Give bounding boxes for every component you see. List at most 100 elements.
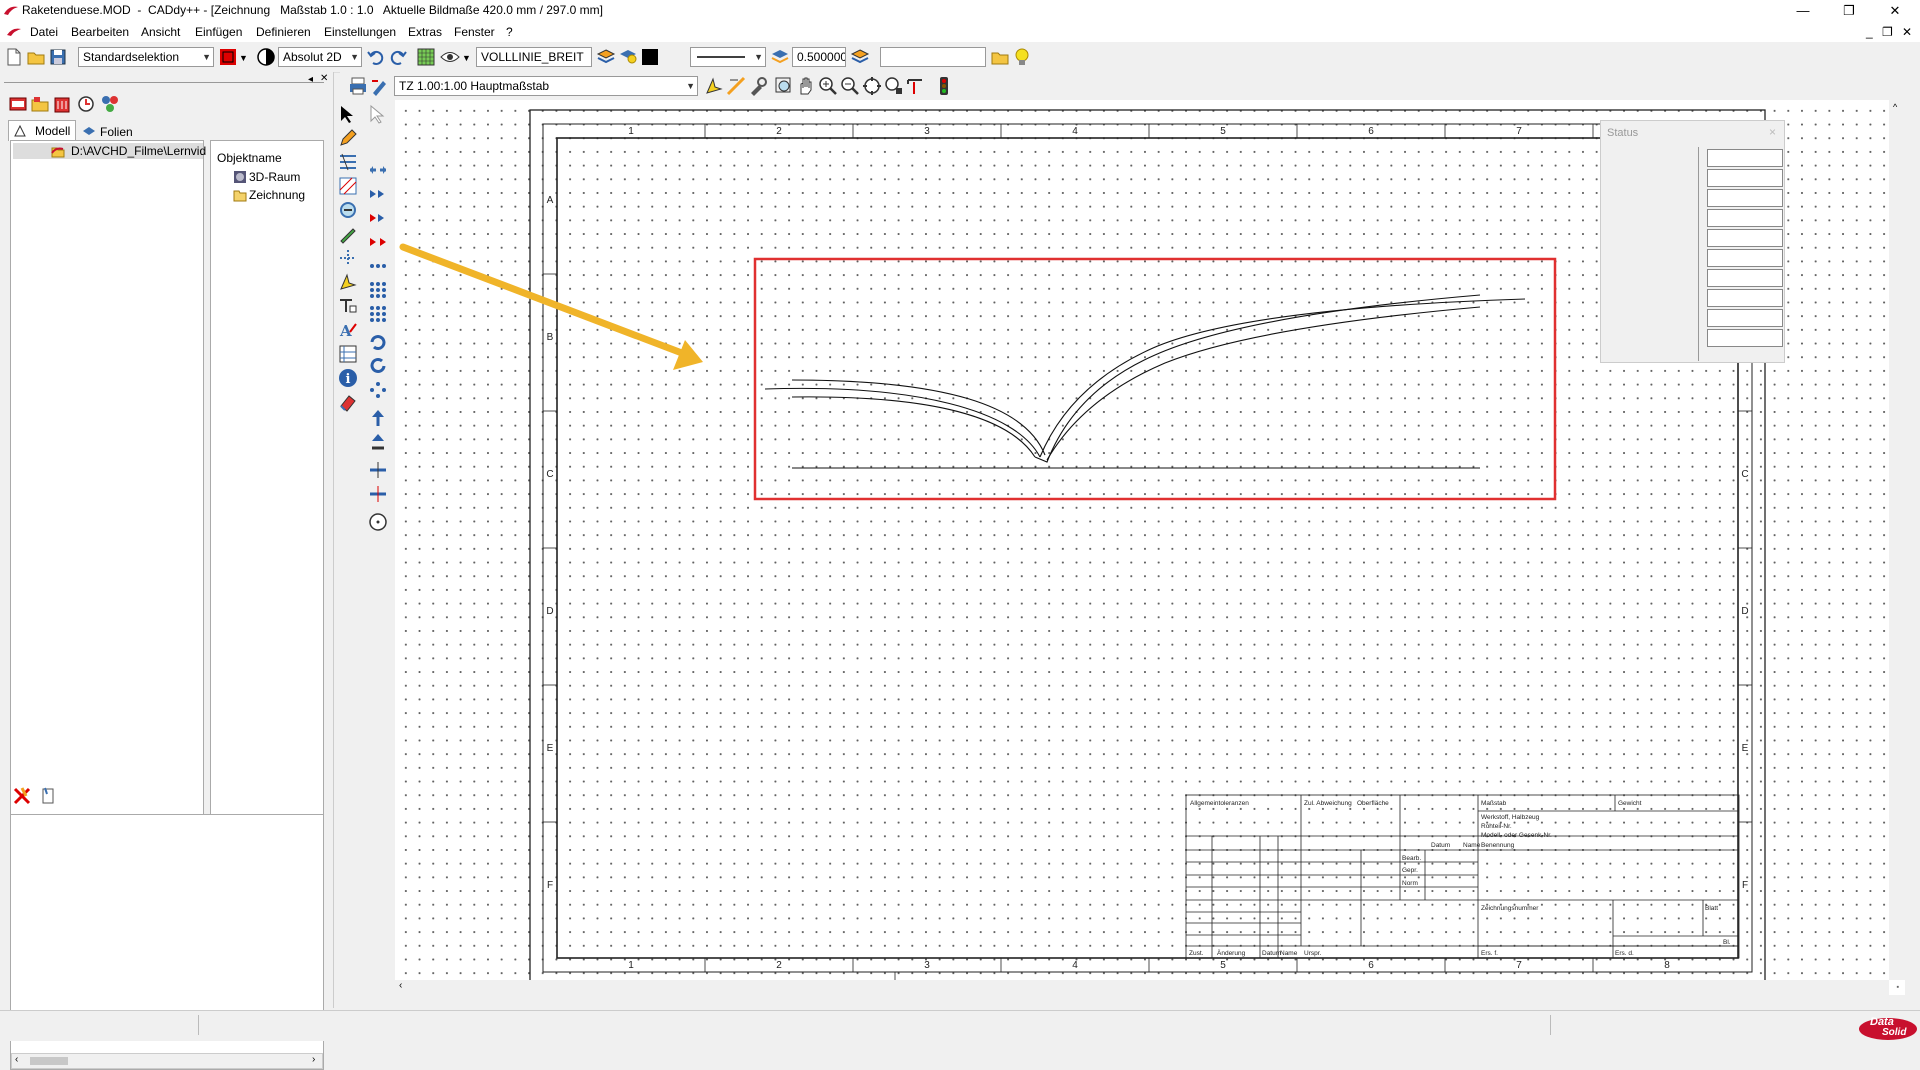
copy-move-icon[interactable] xyxy=(368,184,388,204)
layer-light-icon[interactable] xyxy=(618,47,638,67)
folder-tree-icon[interactable] xyxy=(30,94,50,114)
dimension-icon[interactable] xyxy=(338,152,358,172)
line-width-field[interactable]: 0.500000 xyxy=(792,47,846,67)
menu-einfuegen[interactable]: Einfügen xyxy=(195,25,242,39)
draw-pencil-icon[interactable] xyxy=(338,128,358,148)
color-dropdown-arrow-icon[interactable]: ▼ xyxy=(239,53,248,63)
undo-icon[interactable] xyxy=(366,47,386,67)
move-icon[interactable] xyxy=(368,160,388,180)
pick-point-icon[interactable] xyxy=(704,76,724,96)
coordinate-system-icon[interactable] xyxy=(256,47,276,67)
search-input[interactable] xyxy=(880,47,986,67)
menu-datei[interactable]: Datei xyxy=(30,25,58,39)
scroll-left-icon[interactable]: ‹ xyxy=(399,980,402,991)
stretch-up-icon[interactable] xyxy=(368,408,388,428)
select-secondary-icon[interactable] xyxy=(368,104,388,124)
properties-icon[interactable] xyxy=(100,94,120,114)
save-icon[interactable] xyxy=(48,47,68,67)
text-icon[interactable]: A xyxy=(338,320,358,340)
nozzle-profile[interactable] xyxy=(764,294,1526,469)
zoom-previous-icon[interactable] xyxy=(884,76,904,96)
transform-icon[interactable] xyxy=(338,200,358,220)
measure-icon[interactable] xyxy=(726,76,746,96)
mirror-icon[interactable] xyxy=(368,232,388,252)
array-row-icon[interactable] xyxy=(368,256,388,276)
grid-snap-icon[interactable] xyxy=(416,47,436,67)
lightbulb-icon[interactable] xyxy=(1012,47,1032,67)
pan-hand-icon[interactable] xyxy=(796,76,816,96)
line-width-layer-icon[interactable] xyxy=(770,47,790,67)
canvas-vscrollbar[interactable]: ^ xyxy=(1889,100,1905,980)
select-color-icon[interactable] xyxy=(218,47,238,67)
scroll-left-icon[interactable]: ‹ xyxy=(15,1054,18,1065)
select-arrow-icon[interactable] xyxy=(338,104,358,124)
array-block-icon[interactable] xyxy=(368,304,388,324)
menu-definieren[interactable]: Definieren xyxy=(256,25,311,39)
point-icon[interactable] xyxy=(338,272,358,292)
zoom-all-icon[interactable] xyxy=(862,76,882,96)
scatter-icon[interactable] xyxy=(368,380,388,400)
menu-bearbeiten[interactable]: Bearbeiten xyxy=(71,25,129,39)
zoom-out-icon[interactable] xyxy=(840,76,860,96)
app-menu-icon[interactable] xyxy=(6,26,22,38)
model-icon[interactable] xyxy=(8,94,28,114)
info-icon[interactable]: i xyxy=(338,368,358,388)
pin-icon[interactable]: ◂ xyxy=(308,74,313,85)
scale-select[interactable]: TZ 1.00:1.00 Hauptmaßstab ▼ xyxy=(394,76,698,96)
tree-item[interactable]: D:\AVCHD_Filme\Lernvid xyxy=(13,143,206,159)
close-button[interactable]: ✕ xyxy=(1872,0,1918,22)
array-grid-icon[interactable] xyxy=(368,280,388,300)
copy-icon[interactable] xyxy=(368,208,388,228)
join-icon[interactable] xyxy=(368,484,388,504)
canvas-hscrollbar[interactable]: ‹ xyxy=(395,980,1889,995)
layer-stack-icon[interactable] xyxy=(596,47,616,67)
status-panel-close-button[interactable]: × xyxy=(1769,125,1776,139)
pattern-icon[interactable] xyxy=(338,344,358,364)
layer-manager-icon[interactable] xyxy=(850,47,870,67)
panel-close-icon[interactable]: ✕ xyxy=(320,73,328,84)
refresh-icon[interactable] xyxy=(76,94,96,114)
tool-icon[interactable] xyxy=(748,76,768,96)
delete-properties-icon[interactable] xyxy=(12,786,32,806)
redraw-icon[interactable] xyxy=(906,76,926,96)
new-file-icon[interactable] xyxy=(4,47,24,67)
redo-icon[interactable] xyxy=(388,47,408,67)
eraser-icon[interactable] xyxy=(338,392,358,412)
view-eye-icon[interactable] xyxy=(440,47,460,67)
document-edit-icon[interactable] xyxy=(38,786,58,806)
tab-folien[interactable]: Folien xyxy=(78,122,140,140)
object-item-3d-raum[interactable]: 3D-Raum xyxy=(233,169,323,185)
line-color-icon[interactable] xyxy=(640,47,660,67)
scroll-right-icon[interactable]: › xyxy=(312,1054,315,1065)
hatch-icon[interactable] xyxy=(338,176,358,196)
child-restore-button[interactable]: ❐ xyxy=(1882,25,1893,39)
rotate-copy-icon[interactable] xyxy=(368,356,388,376)
maximize-button[interactable]: ❐ xyxy=(1826,0,1872,22)
menu-fenster[interactable]: Fenster xyxy=(454,25,495,39)
line-style-select[interactable]: ▼ xyxy=(690,47,766,67)
menu-ansicht[interactable]: Ansicht xyxy=(141,25,180,39)
trash-icon[interactable] xyxy=(52,94,72,114)
child-close-button[interactable]: ✕ xyxy=(1902,25,1912,39)
child-minimize-button[interactable]: _ xyxy=(1866,25,1873,39)
menu-help[interactable]: ? xyxy=(506,25,513,39)
axis-icon[interactable] xyxy=(338,248,358,268)
view-dropdown-arrow-icon[interactable]: ▼ xyxy=(462,53,471,63)
extend-icon[interactable] xyxy=(368,432,388,452)
text-edit-icon[interactable] xyxy=(338,296,358,316)
print-icon[interactable] xyxy=(348,76,368,96)
line-type-field[interactable]: VOLLLINIE_BREIT xyxy=(476,47,592,67)
circle-center-icon[interactable] xyxy=(368,512,388,532)
selection-mode-select[interactable]: Standardselektion ▼ xyxy=(78,47,214,67)
zoom-window-icon[interactable] xyxy=(774,76,794,96)
edit-line-icon[interactable] xyxy=(338,224,358,244)
scroll-up-icon[interactable]: ^ xyxy=(1893,102,1897,112)
zoom-in-icon[interactable] xyxy=(818,76,838,96)
coordinate-mode-select[interactable]: Absolut 2D ▼ xyxy=(278,47,362,67)
folder-search-icon[interactable] xyxy=(990,47,1010,67)
minimize-button[interactable]: — xyxy=(1780,0,1826,22)
menu-einstellungen[interactable]: Einstellungen xyxy=(324,25,396,39)
object-item-zeichnung[interactable]: Zeichnung xyxy=(233,187,323,203)
pen-settings-icon[interactable] xyxy=(370,76,390,96)
traffic-light-icon[interactable] xyxy=(934,76,954,96)
